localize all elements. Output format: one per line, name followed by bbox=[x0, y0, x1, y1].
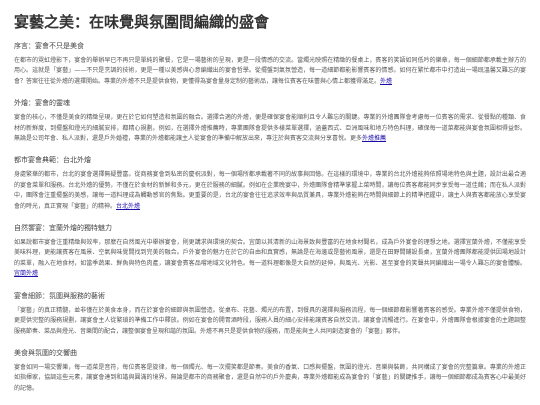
section-heading-intro: 序言：宴會不只是美食 bbox=[14, 42, 84, 50]
section-heading-catering: 外燴：宴會的靈魂 bbox=[14, 99, 70, 108]
paragraph-text: 如果說都市宴會注重精緻與效率，那麼在自然風光中舉辦宴會，則更講求與環境的契合。宜… bbox=[14, 239, 526, 267]
paragraph-text: 在都市的霓虹燈影下，宴會的舉辦早已不再只是單純的聚餐，它是一場藝術的呈現，更是一… bbox=[14, 57, 526, 85]
paragraph-text: 宴會的核心，不僅是美食的精緻呈現，更在於它如何塑造和氛圍的融合。選擇合適的外燴，… bbox=[14, 114, 526, 143]
paragraph-text: 身處繁華的都市，台北的宴會選擇無疑豐富。從商務宴會到私密的慶祝派對，每一個場所都… bbox=[14, 171, 526, 210]
section-heading-taipei: 都市宴會典範：台北外燴 bbox=[14, 156, 91, 165]
section-paragraph-intro: 在都市的霓虹燈影下，宴會的舉辦早已不再只是單純的聚餐，它是一場藝術的呈現，更是一… bbox=[14, 56, 526, 87]
article-title: 宴藝之美：在味覺與氛圍間編織的盛會 bbox=[14, 13, 270, 31]
section-heading-details: 宴會細節：氛圍與服務的藝術 bbox=[14, 291, 105, 300]
section-paragraph-taipei: 身處繁華的都市，台北的宴會選擇無疑豐富。從商務宴會到私密的慶祝派對，每一個場所都… bbox=[14, 170, 526, 212]
section-paragraph-catering: 宴會的核心，不僅是美食的精緻呈現，更在於它如何塑造和氛圍的融合。選擇合適的外燴，… bbox=[14, 113, 526, 144]
article: 宴藝之美：在味覺與氛圍間編織的盛會 序言：宴會不只是美食 在都市的霓虹燈影下，宴… bbox=[0, 0, 540, 394]
paragraph-text: 宴會如同一場交響樂，每一道菜是音符，每位賓客是旋律，每一個燭光、每一次擺笑都是節… bbox=[14, 363, 526, 392]
link-catering[interactable]: 外燴 bbox=[380, 78, 392, 85]
link-yilan-catering[interactable]: 宜蘭外燴 bbox=[14, 270, 38, 277]
link-catering-recommendation[interactable]: 外燴推薦 bbox=[362, 135, 386, 142]
section-paragraph-yilan: 如果說都市宴會注重精緻與效率，那麼在自然風光中舉辦宴會，則更講求與環境的契合。宜… bbox=[14, 238, 526, 280]
link-taipei-catering[interactable]: 台北外燴 bbox=[116, 203, 140, 210]
section-heading-yilan: 自然饗宴：宜蘭外燴的獨特魅力 bbox=[14, 224, 112, 233]
paragraph-text: 「宴藝」的真正精髓，並非僅在於美食本身，而在於宴會的細節與氛圍營造。從桌布、花藝… bbox=[14, 306, 526, 335]
section-paragraph-details: 「宴藝」的真正精髓，並非僅在於美食本身，而在於宴會的細節與氛圍營造。從桌布、花藝… bbox=[14, 306, 526, 337]
section-paragraph-symphony: 宴會如同一場交響樂，每一道菜是音符，每位賓客是旋律，每一個燭光、每一次擺笑都是節… bbox=[14, 363, 526, 394]
section-heading-symphony: 美食與氛圍的交響曲 bbox=[14, 348, 77, 357]
